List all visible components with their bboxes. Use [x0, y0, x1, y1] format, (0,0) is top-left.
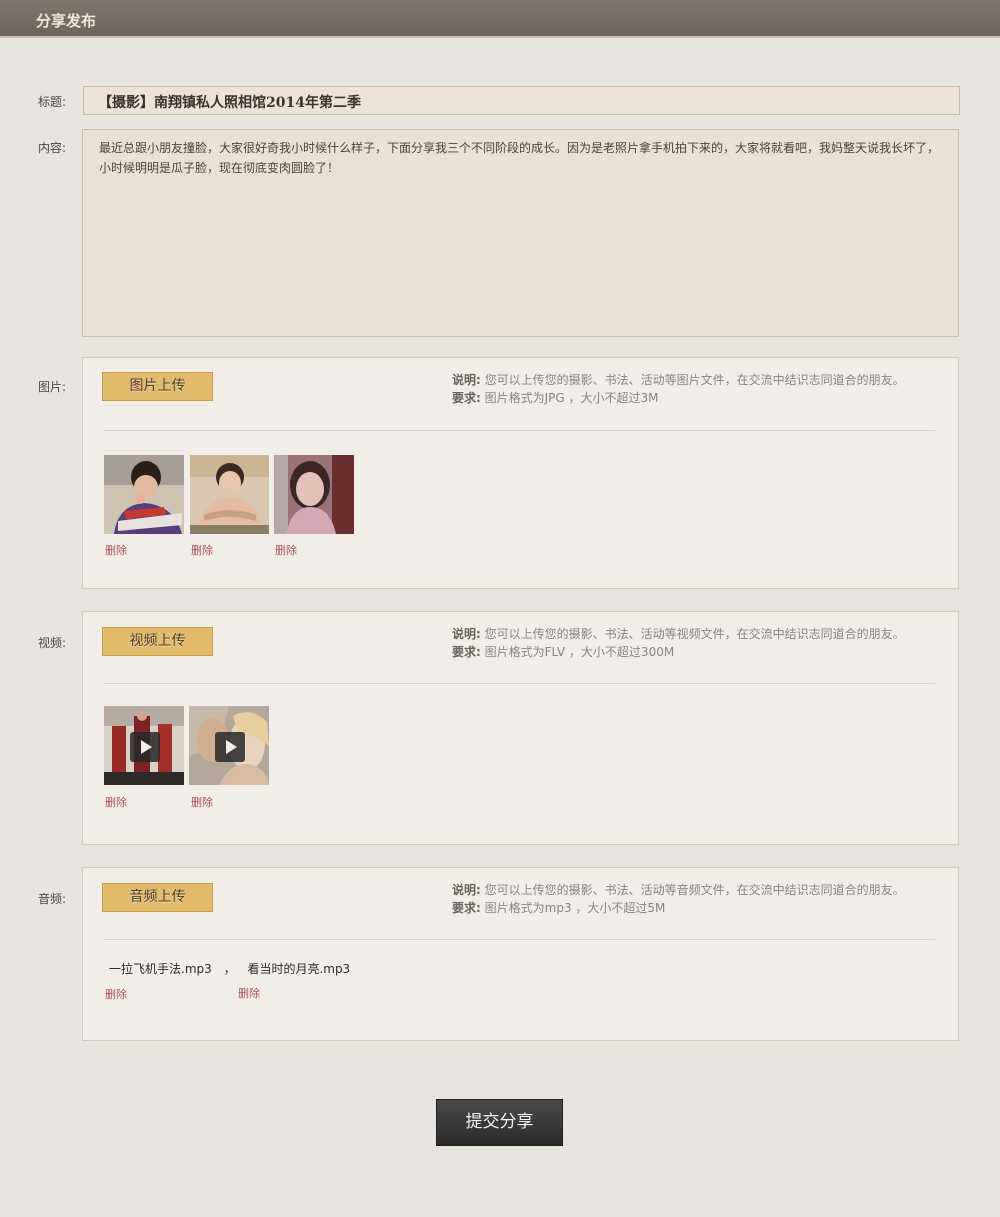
- video-upload-button[interactable]: 视频上传: [102, 627, 213, 656]
- desc-key: 说明:: [452, 883, 481, 897]
- divider: [103, 683, 935, 684]
- delete-audio-button[interactable]: 删除: [105, 986, 127, 1002]
- divider: [103, 939, 935, 940]
- audio-upload-panel: 音频上传 说明: 您可以上传您的摄影、书法、活动等音频文件，在交流中结识志同道合…: [82, 867, 959, 1041]
- req-key: 要求:: [452, 391, 481, 405]
- delete-video-button[interactable]: 删除: [191, 794, 213, 810]
- desc-text: 您可以上传您的摄影、书法、活动等视频文件，在交流中结识志同道合的朋友。: [484, 627, 905, 641]
- image-thumbnail[interactable]: [190, 455, 269, 534]
- req-key: 要求:: [452, 645, 481, 659]
- divider: [103, 430, 935, 431]
- delete-image-button[interactable]: 删除: [275, 542, 297, 558]
- image-upload-info: 说明: 您可以上传您的摄影、书法、活动等图片文件，在交流中结识志同道合的朋友。 …: [452, 371, 905, 407]
- video-upload-info: 说明: 您可以上传您的摄影、书法、活动等视频文件，在交流中结识志同道合的朋友。 …: [452, 625, 905, 661]
- content-textarea[interactable]: 最近总跟小朋友撞脸，大家很好奇我小时候什么样子，下面分享我三个不同阶段的成长。因…: [82, 129, 959, 337]
- desc-text: 您可以上传您的摄影、书法、活动等音频文件，在交流中结识志同道合的朋友。: [484, 883, 905, 897]
- video-thumbnail[interactable]: [189, 706, 269, 785]
- audio-file-name[interactable]: 看当时的月亮.mp3: [247, 962, 350, 976]
- title-input[interactable]: 【摄影】南翔镇私人照相馆2014年第二季: [83, 86, 960, 115]
- image-upload-panel: 图片上传 说明: 您可以上传您的摄影、书法、活动等图片文件，在交流中结识志同道合…: [82, 357, 959, 589]
- audio-file-list: 一拉飞机手法.mp3 ， 看当时的月亮.mp3: [109, 960, 350, 977]
- image-upload-button[interactable]: 图片上传: [102, 372, 213, 401]
- play-icon: [130, 732, 160, 762]
- audio-file-name[interactable]: 一拉飞机手法.mp3: [109, 962, 212, 976]
- desc-key: 说明:: [452, 627, 481, 641]
- req-text: 图片格式为mp3 ，大小不超过5M: [484, 901, 666, 915]
- req-key: 要求:: [452, 901, 481, 915]
- req-text: 图片格式为FLV ，大小不超过300M: [484, 645, 675, 659]
- title-label: 标题:: [38, 95, 67, 109]
- image-thumbnail[interactable]: [274, 455, 354, 534]
- header-bar: 分享发布: [0, 0, 1000, 38]
- audio-label: 音频:: [38, 892, 67, 906]
- audio-upload-info: 说明: 您可以上传您的摄影、书法、活动等音频文件，在交流中结识志同道合的朋友。 …: [452, 881, 905, 917]
- video-upload-panel: 视频上传 说明: 您可以上传您的摄影、书法、活动等视频文件，在交流中结识志同道合…: [82, 611, 959, 845]
- submit-share-button[interactable]: 提交分享: [436, 1099, 563, 1146]
- page-title: 分享发布: [36, 12, 97, 30]
- image-thumbnail[interactable]: [104, 455, 184, 534]
- desc-key: 说明:: [452, 373, 481, 387]
- videos-label: 视频:: [38, 636, 67, 650]
- delete-audio-button[interactable]: 删除: [238, 985, 260, 1001]
- audio-separator: ，: [223, 962, 236, 976]
- images-label: 图片:: [38, 380, 67, 394]
- delete-video-button[interactable]: 删除: [105, 794, 127, 810]
- audio-upload-button[interactable]: 音频上传: [102, 883, 213, 912]
- req-text: 图片格式为JPG ，大小不超过3M: [484, 391, 659, 405]
- delete-image-button[interactable]: 删除: [191, 542, 213, 558]
- delete-image-button[interactable]: 删除: [105, 542, 127, 558]
- desc-text: 您可以上传您的摄影、书法、活动等图片文件，在交流中结识志同道合的朋友。: [484, 373, 905, 387]
- video-thumbnail[interactable]: [104, 706, 184, 785]
- content-label: 内容:: [38, 141, 67, 155]
- play-icon: [215, 732, 245, 762]
